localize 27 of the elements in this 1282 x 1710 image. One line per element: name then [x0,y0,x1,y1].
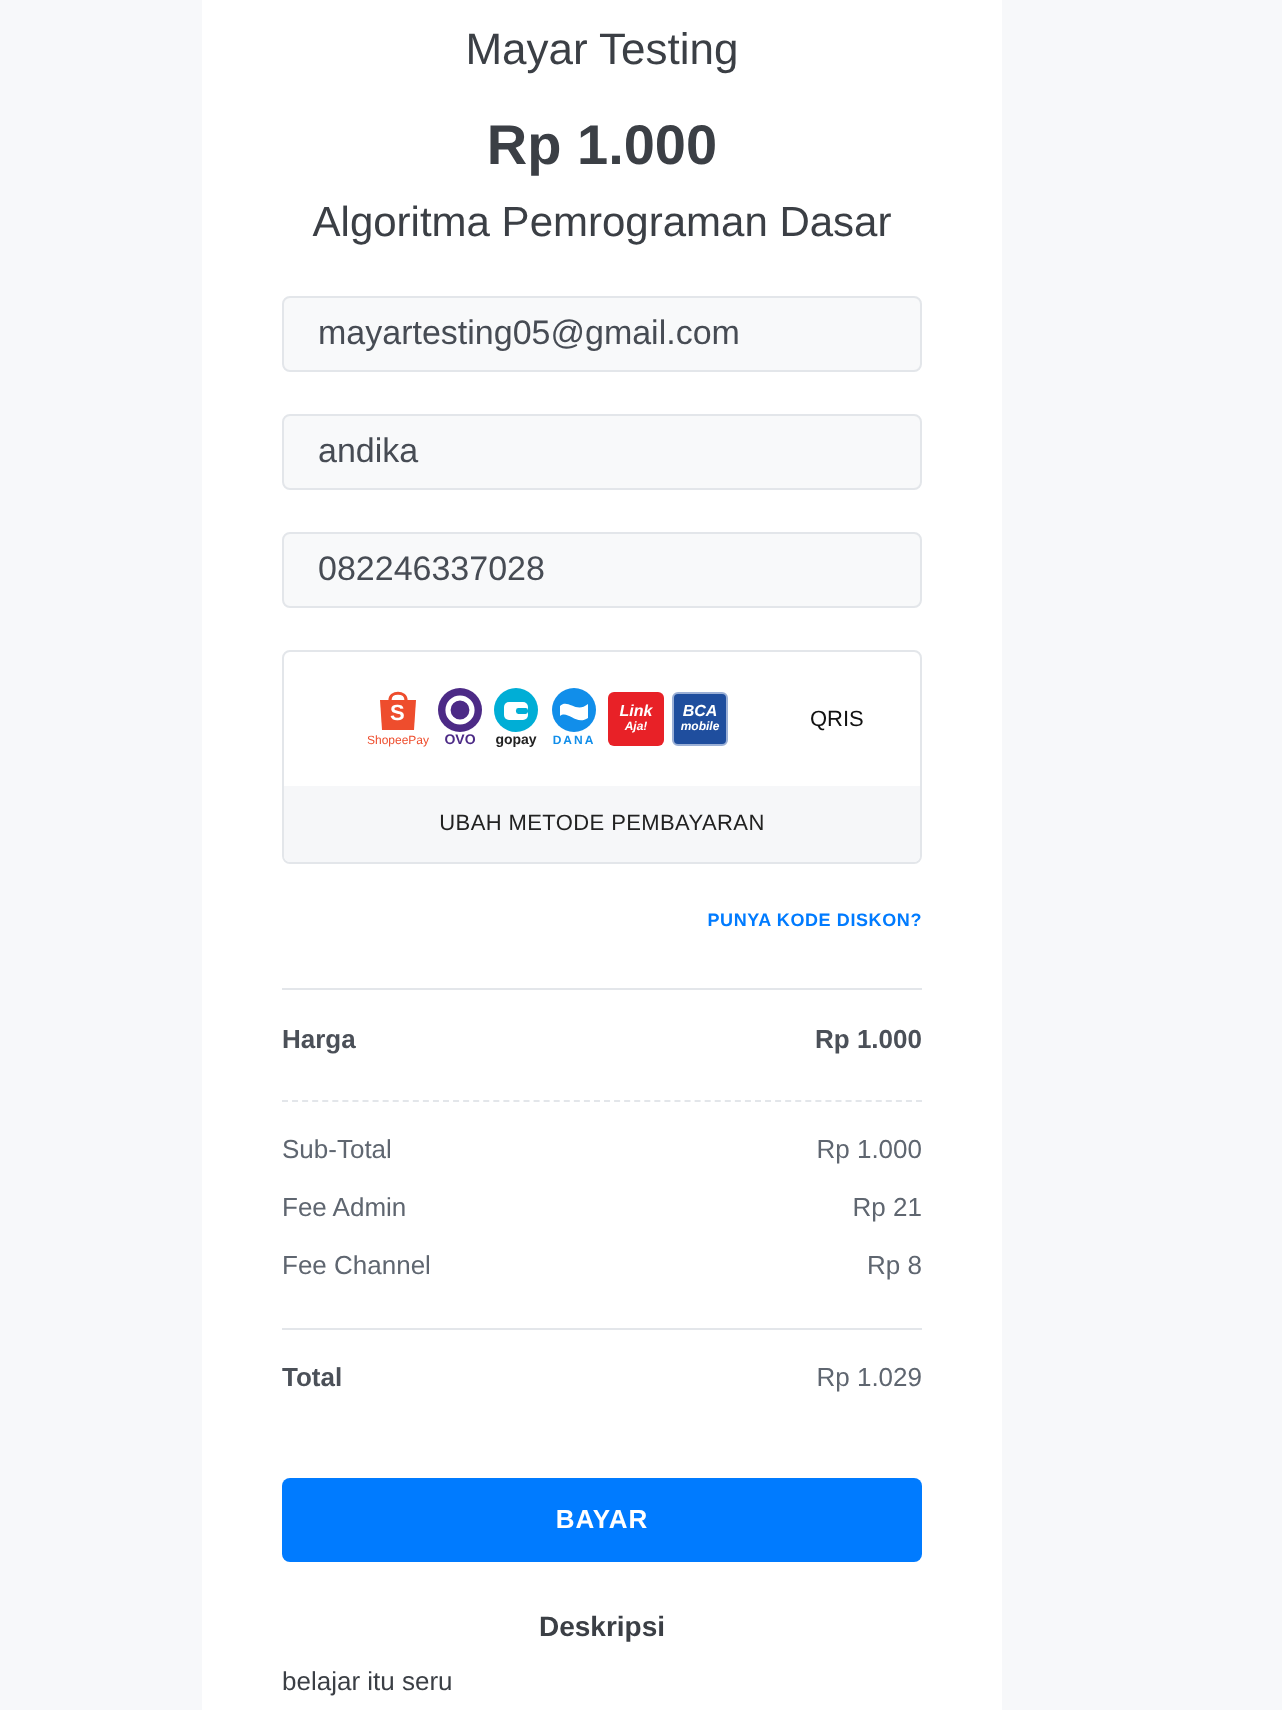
pay-button[interactable]: BAYAR [282,1478,922,1562]
summary-label: Fee Channel [282,1248,431,1284]
input-field[interactable]: 082246337028 [282,532,922,608]
summary-amount: Rp 1.029 [816,1360,922,1396]
summary-amount: Rp 1.000 [815,1022,922,1058]
input-field[interactable]: andika [282,414,922,490]
wallet-icon [494,688,538,732]
shopping-bag-icon [378,688,418,732]
summary-label: Harga [282,1022,356,1058]
store-name: Mayar Testing [463,22,741,78]
input-field[interactable]: mayartesting05@gmail.com [282,296,922,372]
qris-label: QRIS [810,705,864,733]
ring-icon [438,688,482,732]
change-payment-button[interactable]: UBAH METODE PEMBAYARAN [284,786,920,862]
summary-amount: Rp 8 [867,1248,922,1284]
description-text: belajar itu seru [282,1664,455,1700]
product-name: Algoritma Pemrograman Dasar [310,198,894,250]
wave-icon [552,688,596,732]
summary-amount: Rp 1.000 [816,1132,922,1168]
discount-code-link[interactable]: PUNYA KODE DISKON? [707,908,922,932]
summary-label: Fee Admin [282,1190,407,1226]
summary-label: Sub-Total [282,1132,392,1168]
description-heading: Deskripsi [536,1608,668,1646]
product-price: Rp 1.000 [484,112,720,180]
summary-amount: Rp 21 [852,1190,922,1226]
logo-letter: S [390,704,405,726]
summary-label: Total [282,1360,343,1396]
